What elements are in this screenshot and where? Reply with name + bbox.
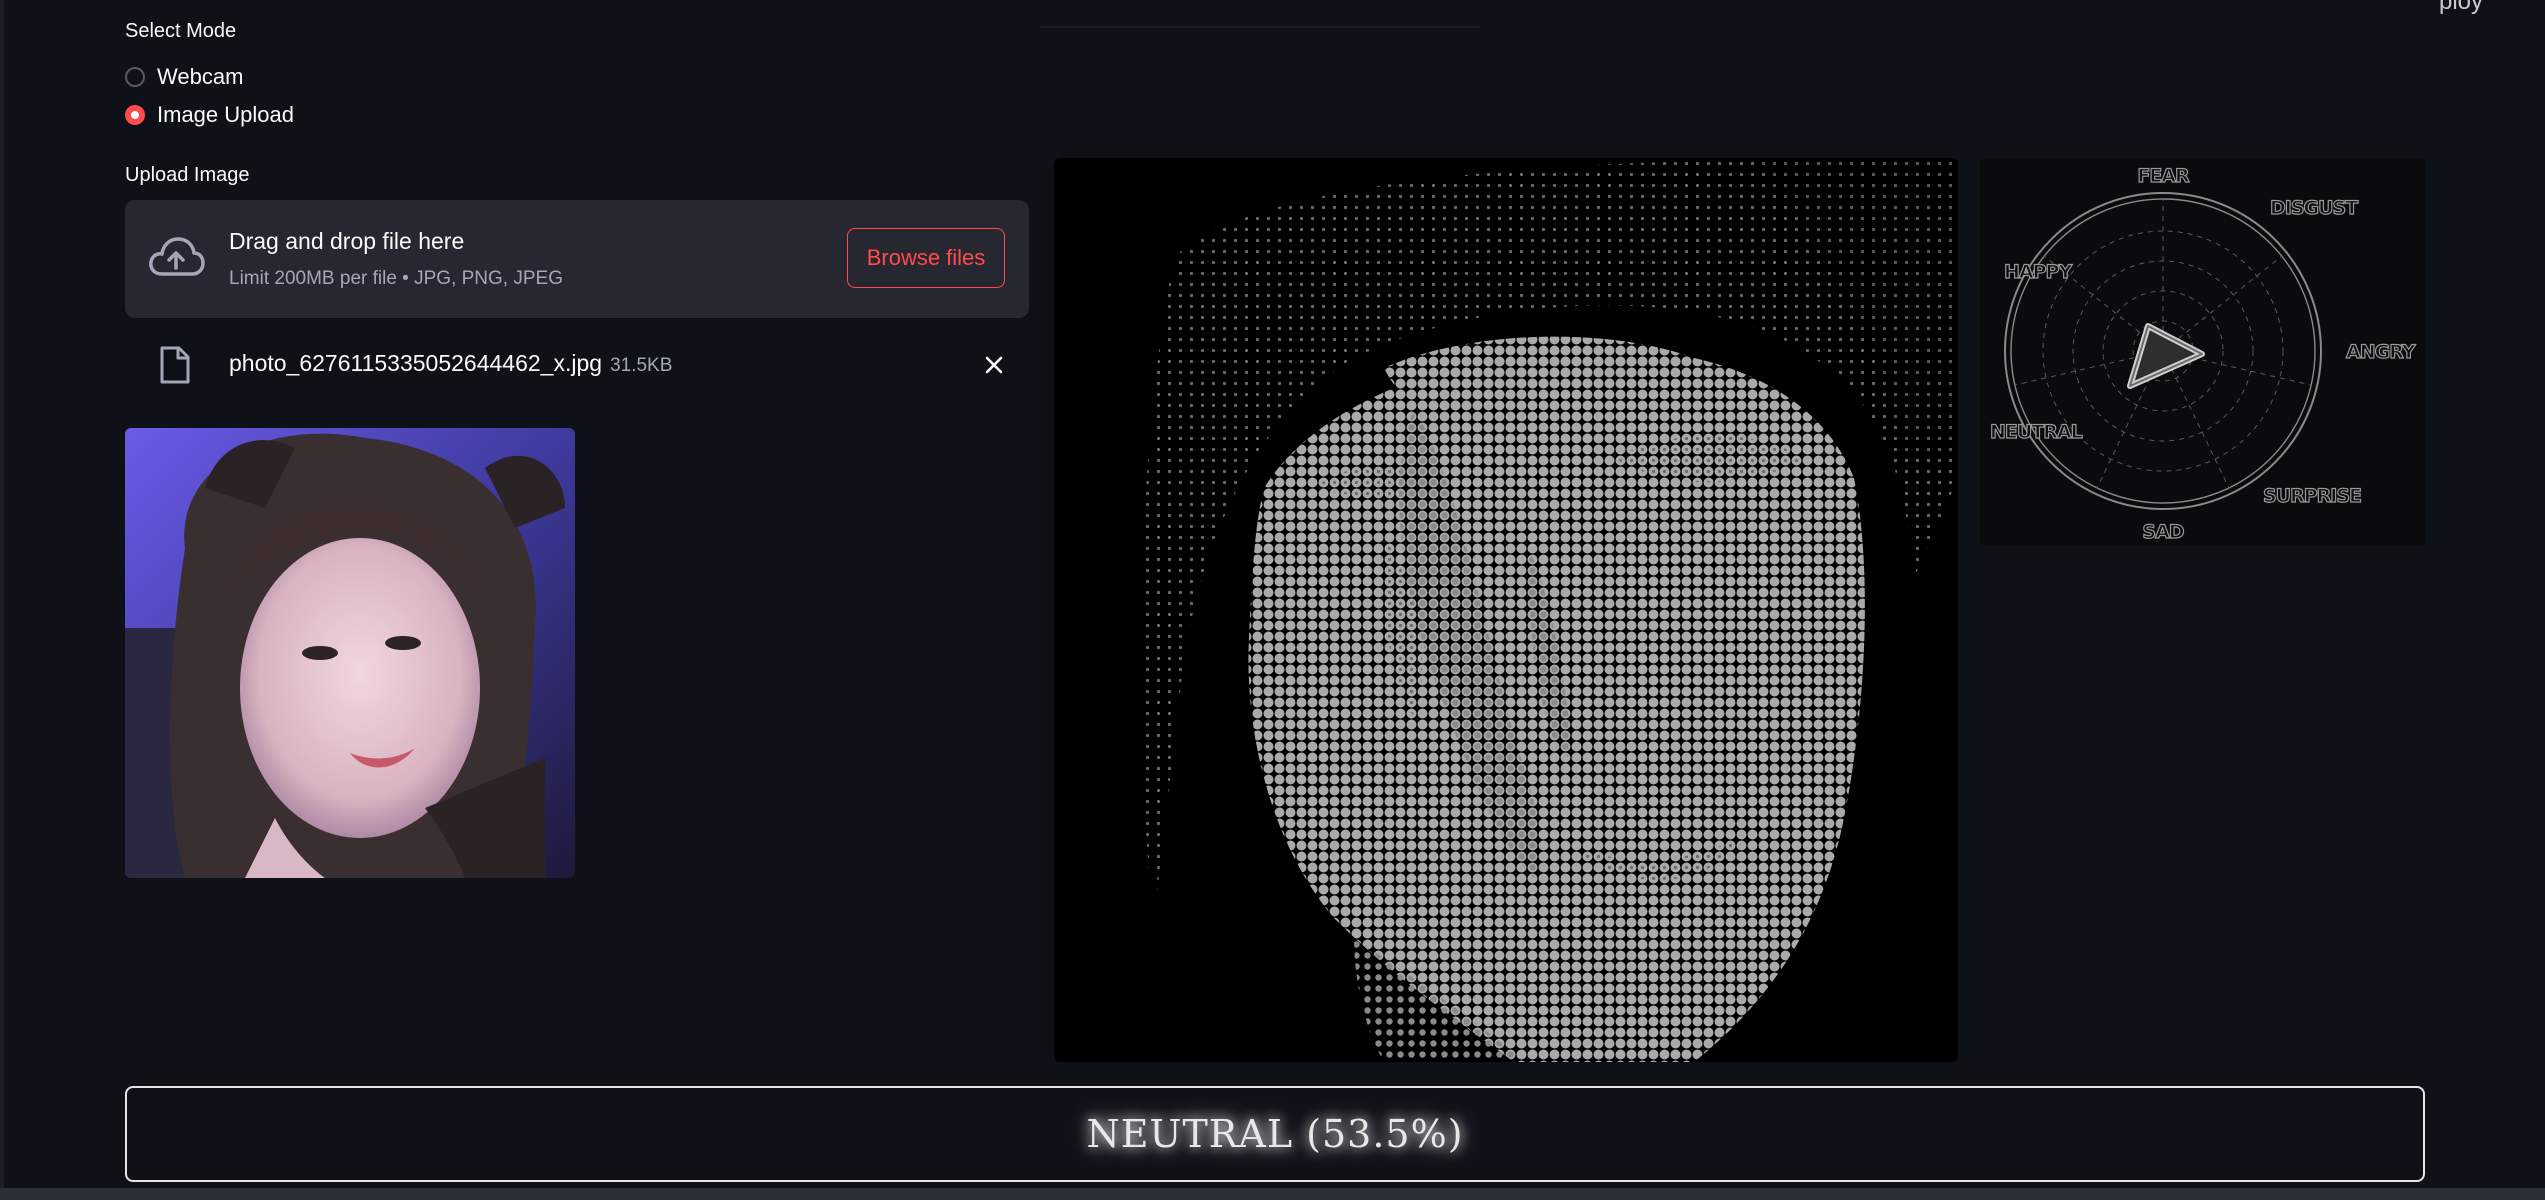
- radar-label-happy: HAPPY: [2004, 261, 2072, 283]
- deploy-menu-label[interactable]: ploy: [2439, 0, 2483, 16]
- radio-image-upload-label: Image Upload: [157, 102, 294, 127]
- prediction-result-box: NEUTRAL (53.5%): [125, 1086, 2425, 1182]
- radar-label-neutral: NEUTRAL: [1990, 421, 2083, 443]
- uploaded-photo-image: [125, 428, 575, 878]
- uploaded-photo: [125, 428, 575, 878]
- close-icon[interactable]: [979, 350, 1009, 380]
- radar-chart-svg: FEAR DISGUST ANGRY SURPRISE SAD NEUTRAL …: [1989, 164, 2417, 543]
- dropzone-title: Drag and drop file here: [229, 228, 465, 254]
- window-left-border: [0, 0, 4, 1200]
- emotion-radar-chart: FEAR DISGUST ANGRY SURPRISE SAD NEUTRAL …: [1980, 158, 2426, 546]
- file-icon: [160, 346, 190, 384]
- uploaded-file-row: photo_6276115335052644462_x.jpg 31.5KB: [125, 336, 1029, 396]
- select-mode-label: Select Mode: [125, 20, 237, 42]
- radar-label-angry: ANGRY: [2346, 341, 2416, 363]
- window-bottom-border: [0, 1188, 2545, 1200]
- top-divider: [1040, 26, 1480, 28]
- prediction-result-text: NEUTRAL (53.5%): [1086, 1112, 1464, 1156]
- browse-files-button[interactable]: Browse files: [847, 228, 1005, 288]
- file-name: photo_6276115335052644462_x.jpg 31.5KB: [229, 350, 672, 377]
- radio-webcam-label: Webcam: [157, 64, 244, 89]
- radio-webcam-circle[interactable]: [125, 67, 145, 87]
- dropzone-limit: Limit 200MB per file • JPG, PNG, JPEG: [229, 268, 563, 289]
- radar-label-fear: FEAR: [2137, 165, 2190, 187]
- radar-label-sad: SAD: [2142, 521, 2183, 543]
- file-name-text: photo_6276115335052644462_x.jpg: [229, 350, 603, 376]
- radio-image-upload-circle[interactable]: [125, 105, 145, 125]
- radio-image-upload[interactable]: Image Upload: [125, 102, 294, 128]
- radar-label-disgust: DISGUST: [2270, 197, 2358, 219]
- upload-image-label: Upload Image: [125, 164, 250, 186]
- radio-webcam[interactable]: Webcam: [125, 64, 243, 90]
- file-dropzone[interactable]: Drag and drop file here Limit 200MB per …: [125, 200, 1029, 318]
- cloud-upload-icon: [149, 237, 205, 276]
- halftone-face-image: [1054, 158, 1958, 1062]
- halftone-face-visualization: [1054, 158, 1958, 1062]
- file-size: 31.5KB: [610, 355, 673, 376]
- radar-label-surprise: SURPRISE: [2263, 485, 2361, 507]
